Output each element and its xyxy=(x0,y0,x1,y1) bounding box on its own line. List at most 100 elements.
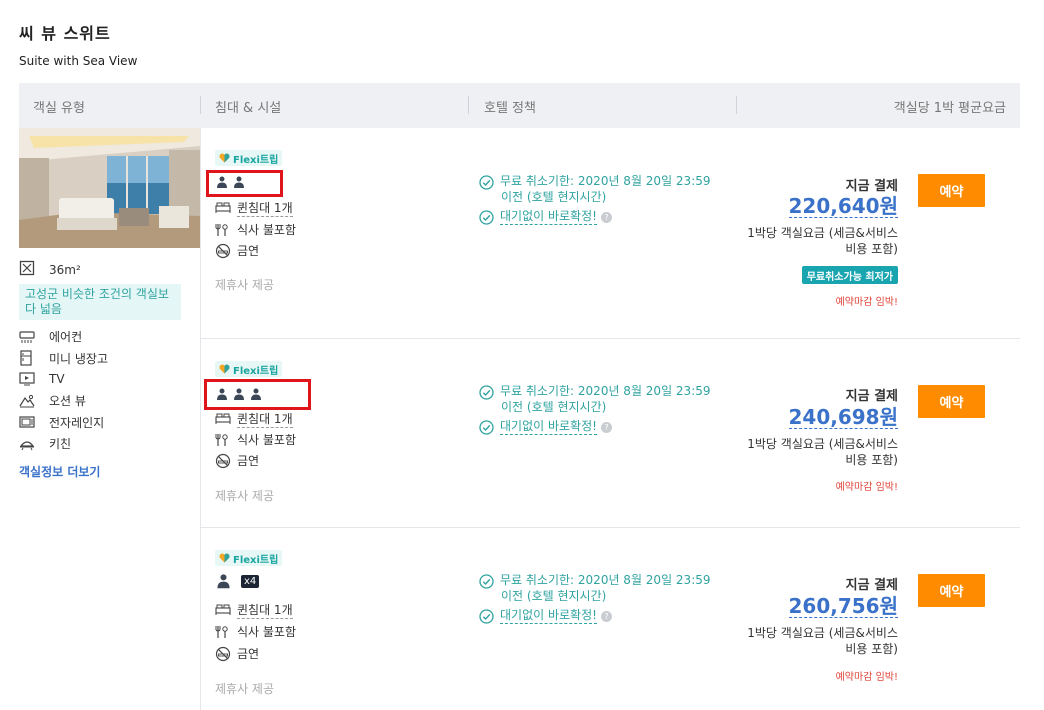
room-title: 씨 뷰 스위트 xyxy=(19,24,111,43)
info-icon[interactable]: ? xyxy=(600,610,612,622)
price-value[interactable]: 240,698원 xyxy=(788,406,898,429)
max-occupancy: x4 xyxy=(215,573,260,589)
instant-confirmation-label[interactable]: 대기없이 바로확정! xyxy=(500,608,597,624)
bed-icon xyxy=(215,202,231,214)
room-photo[interactable] xyxy=(19,128,200,248)
meal-label: 식사 불포함 xyxy=(237,433,297,447)
price-value[interactable]: 260,756원 xyxy=(788,595,898,618)
amenity-label: 키친 xyxy=(49,437,72,452)
bed-type-label[interactable]: 퀸침대 1개 xyxy=(237,601,293,619)
meal-label: 식사 불포함 xyxy=(237,625,297,639)
smoking-label: 금연 xyxy=(237,647,260,661)
info-icon[interactable]: ? xyxy=(600,211,612,223)
mini-fridge-icon xyxy=(19,350,35,366)
amenity-label: 미니 냉장고 xyxy=(49,351,109,366)
bed-type-label[interactable]: 퀸침대 1개 xyxy=(237,410,293,428)
free-cancellation-deadline: 무료 취소기한: 2020년 8월 20일 23:59 xyxy=(500,384,711,398)
partner-supplied-label: 제휴사 제공 xyxy=(215,278,275,292)
free-cancellation-line: 무료 취소기한: 2020년 8월 20일 23:59 xyxy=(479,174,711,190)
info-icon[interactable]: ? xyxy=(600,421,612,433)
price-note: 1박당 객실요금 (세금&서비스비용 포함) xyxy=(747,226,898,256)
free-cancellation-deadline: 무료 취소기한: 2020년 8월 20일 23:59 xyxy=(500,573,711,587)
book-button[interactable]: 예약 xyxy=(918,174,985,207)
room-subtitle: Suite with Sea View xyxy=(19,54,138,68)
bed-type: 퀸침대 1개 xyxy=(215,410,293,428)
smoking-info: 금연 xyxy=(215,452,259,469)
check-circle-icon xyxy=(479,609,494,624)
check-circle-icon xyxy=(479,385,494,400)
instant-confirmation: 대기없이 바로확정! ? xyxy=(479,419,711,435)
meal-info: 식사 불포함 xyxy=(215,221,296,238)
no-smoking-icon xyxy=(215,243,231,259)
header-divider xyxy=(736,96,737,114)
cancellation-policy: 무료 취소기한: 2020년 8월 20일 23:59 이전 (호텔 현지시간)… xyxy=(479,384,711,435)
offer-row: Flexi트립 퀸침대 1개 식사 불포함 금연 제휴사 제공 무료 취소기한:… xyxy=(201,339,1020,527)
header-avg-rate: 객실당 1박 평균요금 xyxy=(893,101,1006,116)
room-info-more-link[interactable]: 객실정보 더보기 xyxy=(19,463,100,480)
room-size: 36m² xyxy=(19,260,81,279)
price-note: 1박당 객실요금 (세금&서비스비용 포함) xyxy=(747,437,898,467)
lowest-price-free-cancel-badge: 무료취소가능 최저가 xyxy=(801,266,898,284)
amenity-item: 에어컨 xyxy=(19,326,108,347)
pay-now-label: 지금 결제 xyxy=(845,179,898,194)
instant-confirmation-label[interactable]: 대기없이 바로확정! xyxy=(500,209,597,225)
flexi-trip-badge: Flexi트립 xyxy=(215,361,283,377)
microwave-icon xyxy=(19,415,35,429)
bed-type: 퀸침대 1개 xyxy=(215,601,293,619)
flexi-trip-label: Flexi트립 xyxy=(233,365,279,377)
smoking-info: 금연 xyxy=(215,645,259,662)
cancellation-policy: 무료 취소기한: 2020년 8월 20일 23:59 이전 (호텔 현지시간)… xyxy=(479,174,711,225)
amenity-item: 미니 냉장고 xyxy=(19,347,108,368)
book-button[interactable]: 예약 xyxy=(918,385,985,418)
amenity-item: 오션 뷰 xyxy=(19,390,108,411)
price-value[interactable]: 220,640원 xyxy=(788,195,898,218)
bed-type-label[interactable]: 퀸침대 1개 xyxy=(237,199,293,217)
instant-confirmation: 대기없이 바로확정! ? xyxy=(479,608,711,624)
free-cancellation-timezone: 이전 (호텔 현지시간) xyxy=(501,589,607,603)
meal-label: 식사 불포함 xyxy=(237,223,297,237)
instant-confirmation-label[interactable]: 대기없이 바로확정! xyxy=(500,419,597,435)
bed-icon xyxy=(215,604,231,616)
person-icon xyxy=(215,573,232,589)
offer-row: Flexi트립 퀸침대 1개 식사 불포함 금연 제휴사 제공 무료 취소기한:… xyxy=(201,128,1020,338)
header-bed-facilities: 침대 & 시설 xyxy=(215,101,282,116)
free-cancellation-timezone: 이전 (호텔 현지시간) xyxy=(501,400,607,414)
air-conditioner-icon xyxy=(19,330,35,344)
free-cancellation-line: 무료 취소기한: 2020년 8월 20일 23:59 xyxy=(479,384,711,400)
bed-type: 퀸침대 1개 xyxy=(215,199,293,217)
check-circle-icon xyxy=(479,420,494,435)
smoking-label: 금연 xyxy=(237,454,260,468)
kitchen-icon xyxy=(19,437,35,451)
room-size-comparison-note: 고성군 비슷한 조건의 객실보다 넓음 xyxy=(19,284,181,320)
booking-closing-soon-label: 예약마감 임박! xyxy=(835,672,898,683)
flexi-trip-badge: Flexi트립 xyxy=(215,550,283,566)
partner-supplied-label: 제휴사 제공 xyxy=(215,682,275,696)
cutlery-icon xyxy=(215,433,231,447)
free-cancellation-timezone: 이전 (호텔 현지시간) xyxy=(501,190,607,204)
amenity-item: TV xyxy=(19,369,108,390)
cutlery-icon xyxy=(215,625,231,639)
cutlery-icon xyxy=(215,223,231,237)
table-header: 객실 유형 침대 & 시설 호텔 정책 객실당 1박 평균요금 xyxy=(19,83,1020,128)
bed-icon xyxy=(215,413,231,425)
amenity-label: 전자레인지 xyxy=(49,415,105,430)
header-divider xyxy=(200,96,201,114)
amenity-label: TV xyxy=(49,372,65,387)
heart-icon xyxy=(219,153,230,163)
price-note: 1박당 객실요금 (세금&서비스비용 포함) xyxy=(747,626,898,656)
booking-closing-soon-label: 예약마감 임박! xyxy=(835,482,898,493)
smoking-info: 금연 xyxy=(215,242,259,259)
flexi-trip-label: Flexi트립 xyxy=(233,154,279,166)
heart-icon xyxy=(219,364,230,374)
meal-info: 식사 불포함 xyxy=(215,623,296,640)
cancellation-policy: 무료 취소기한: 2020년 8월 20일 23:59 이전 (호텔 현지시간)… xyxy=(479,573,711,624)
smoking-label: 금연 xyxy=(237,244,260,258)
ocean-view-icon xyxy=(19,394,35,408)
pay-now-label: 지금 결제 xyxy=(845,578,898,593)
book-button[interactable]: 예약 xyxy=(918,574,985,607)
header-hotel-policy: 호텔 정책 xyxy=(484,101,536,116)
flexi-trip-label: Flexi트립 xyxy=(233,554,279,566)
amenity-label: 오션 뷰 xyxy=(49,394,86,409)
amenity-list: 에어컨 미니 냉장고 TV 오션 뷰 전자레인지 키친 xyxy=(19,326,108,454)
instant-confirmation: 대기없이 바로확정! ? xyxy=(479,209,711,225)
